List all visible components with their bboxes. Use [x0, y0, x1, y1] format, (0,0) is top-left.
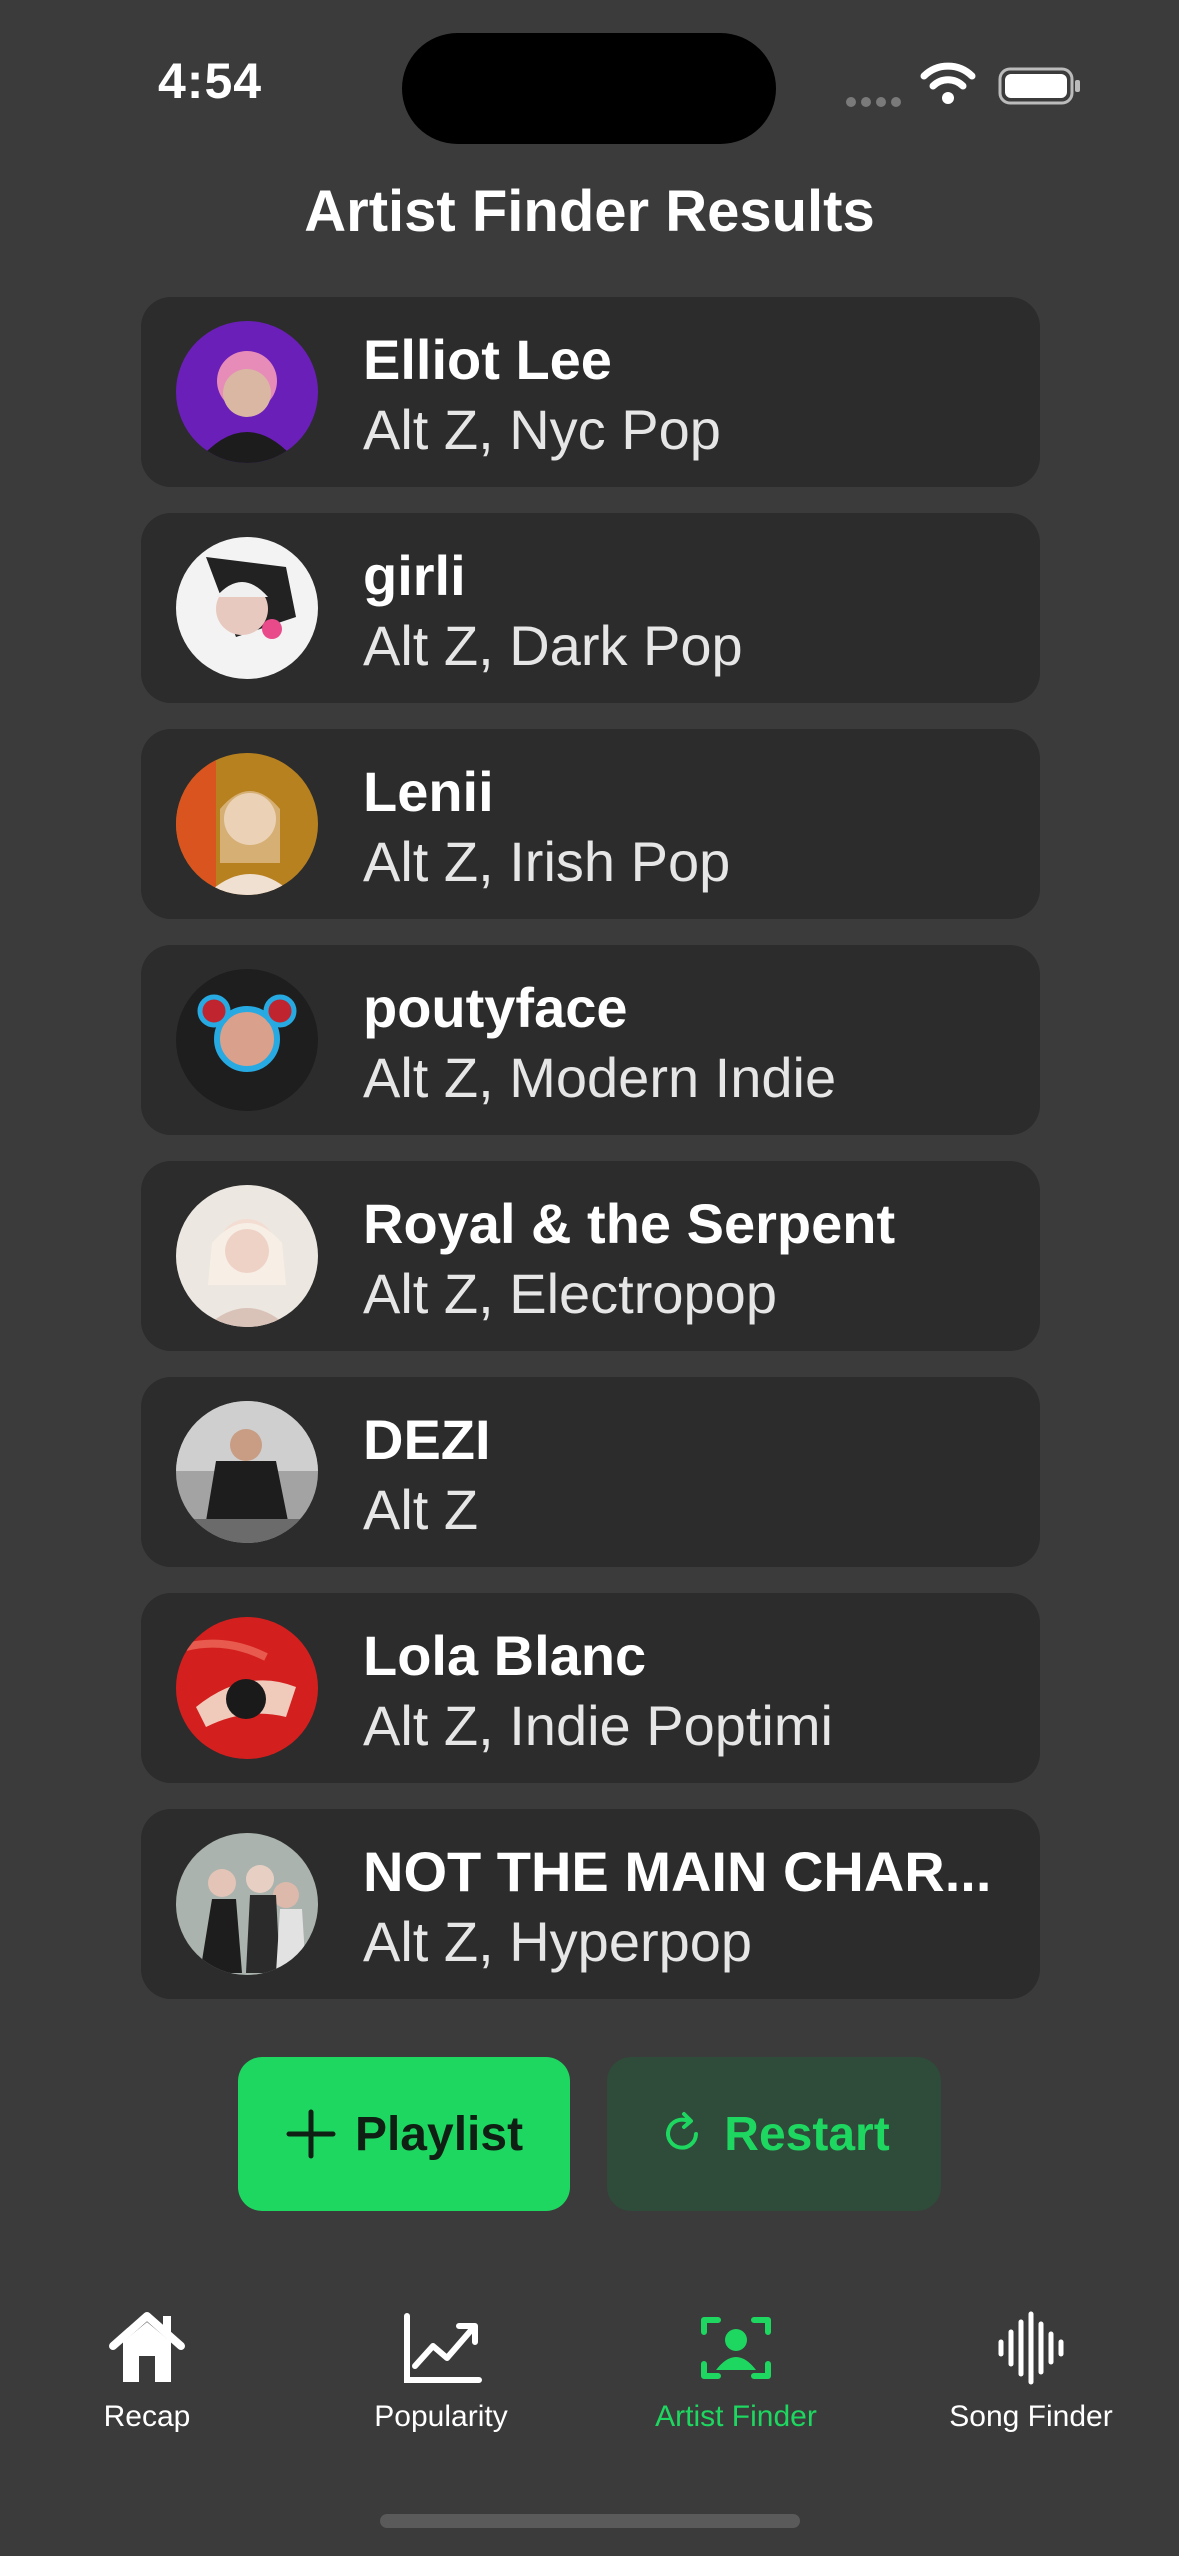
artist-genres: Alt Z, Nyc Pop: [363, 398, 721, 461]
artist-name: Royal & the Serpent: [363, 1192, 896, 1255]
artist-name: Lenii: [363, 760, 494, 823]
artist-genres: Alt Z, Dark Pop: [363, 614, 743, 677]
tab-recap[interactable]: Recap: [0, 2310, 294, 2434]
artist-avatar: [176, 321, 318, 463]
add-playlist-label: Playlist: [354, 2107, 524, 2161]
wifi-icon: [920, 62, 976, 104]
restart-icon: [666, 2112, 699, 2150]
artist-list: Elliot Lee Alt Z, Nyc Pop girli Alt Z, D…: [141, 297, 1040, 2025]
artist-genres: Alt Z, Hyperpop: [363, 1910, 753, 1973]
tab-song-finder-label: Song Finder: [949, 2400, 1113, 2433]
artist-name: NOT THE MAIN CHAR...: [363, 1840, 992, 1903]
artist-avatar: [176, 753, 318, 895]
artist-name: poutyface: [363, 976, 628, 1039]
home-indicator[interactable]: [380, 2514, 800, 2528]
artist-avatar: [176, 1401, 318, 1543]
battery-icon: [998, 67, 1080, 105]
artist-genres: Alt Z, Electropop: [363, 1262, 777, 1325]
house-icon: [109, 2312, 185, 2382]
status-time: 4:54: [158, 53, 263, 109]
add-playlist-button[interactable]: Playlist: [238, 2057, 570, 2211]
artist-name: Lola Blanc: [363, 1624, 647, 1687]
chart-icon: [404, 2313, 482, 2383]
artist-name: Elliot Lee: [363, 328, 612, 391]
artist-avatar: [176, 1185, 318, 1327]
artist-genres: Alt Z, Indie Poptimi: [363, 1694, 833, 1757]
artist-avatar: [176, 537, 318, 679]
artist-card[interactable]: Lenii Alt Z, Irish Pop: [141, 729, 1040, 919]
artist-card[interactable]: NOT THE MAIN CHAR... Alt Z, Hyperpop: [141, 1809, 1040, 1999]
tab-popularity-label: Popularity: [374, 2400, 508, 2433]
tab-song-finder[interactable]: Song Finder: [884, 2310, 1178, 2434]
artist-avatar: [176, 1617, 318, 1759]
restart-label: Restart: [724, 2107, 890, 2161]
artist-card[interactable]: girli Alt Z, Dark Pop: [141, 513, 1040, 703]
artist-avatar: [176, 1833, 318, 1975]
artist-genres: Alt Z: [363, 1478, 479, 1541]
person-viewfinder-icon: [701, 2317, 771, 2379]
artist-card[interactable]: Royal & the Serpent Alt Z, Electropop: [141, 1161, 1040, 1351]
artist-genres: Alt Z, Modern Indie: [363, 1046, 837, 1109]
tab-popularity[interactable]: Popularity: [294, 2310, 588, 2434]
plus-icon: [286, 2109, 336, 2159]
dynamic-island: [402, 33, 776, 144]
artist-avatar: [176, 969, 318, 1111]
tab-artist-finder-label: Artist Finder: [655, 2400, 817, 2433]
artist-name: DEZI: [363, 1408, 491, 1471]
artist-card[interactable]: DEZI Alt Z: [141, 1377, 1040, 1567]
artist-card[interactable]: Lola Blanc Alt Z, Indie Poptimi: [141, 1593, 1040, 1783]
tab-bar: Recap Popularity Artist Finder Song Find…: [0, 2310, 1179, 2470]
waveform-icon: [998, 2311, 1064, 2385]
artist-genres: Alt Z, Irish Pop: [363, 830, 731, 893]
artist-card[interactable]: Elliot Lee Alt Z, Nyc Pop: [141, 297, 1040, 487]
tab-artist-finder[interactable]: Artist Finder: [589, 2310, 883, 2434]
artist-card[interactable]: poutyface Alt Z, Modern Indie: [141, 945, 1040, 1135]
restart-button[interactable]: Restart: [607, 2057, 941, 2211]
page-title: Artist Finder Results: [304, 179, 875, 244]
artist-name: girli: [363, 544, 466, 607]
tab-recap-label: Recap: [103, 2400, 191, 2433]
signal-icon: [846, 94, 906, 107]
